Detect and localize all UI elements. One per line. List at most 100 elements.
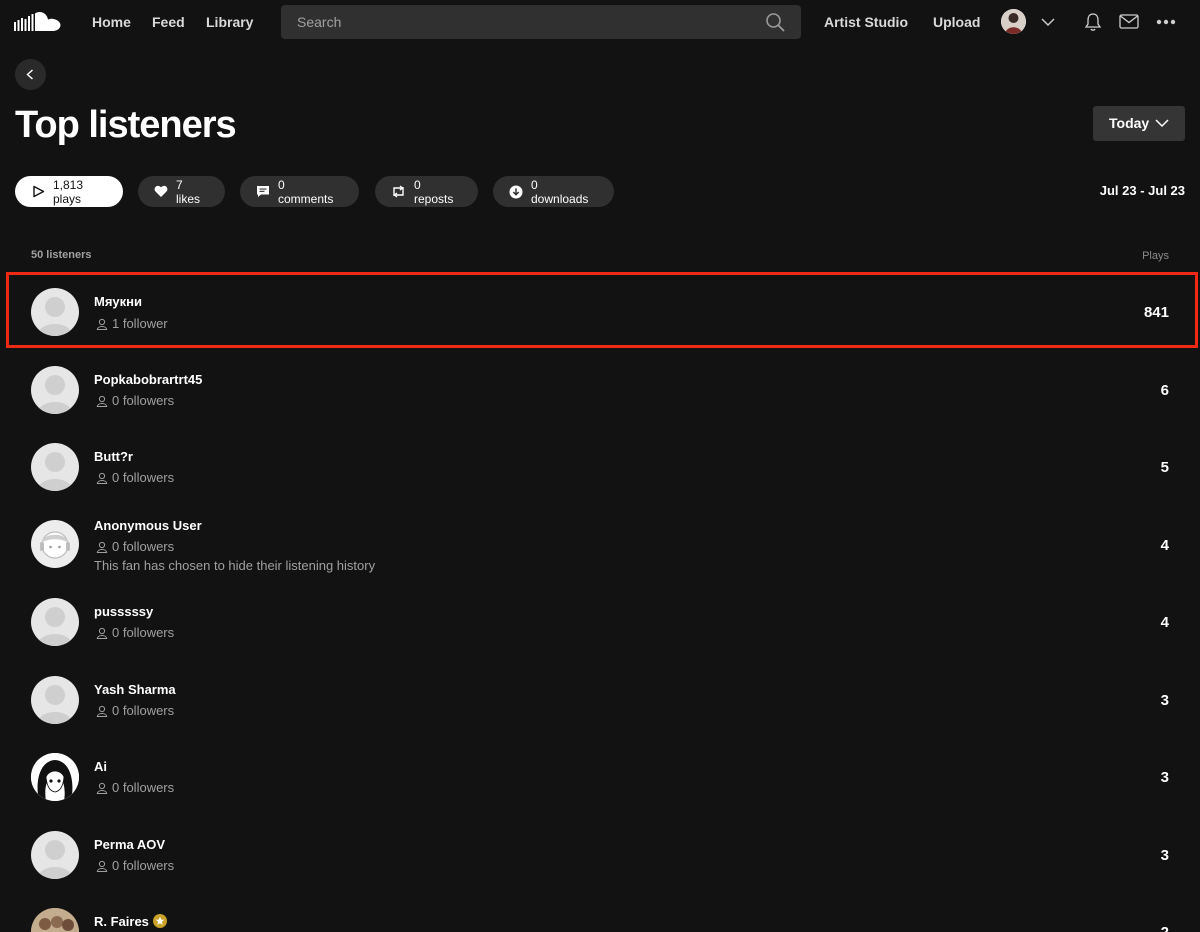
- search-icon[interactable]: [765, 12, 785, 32]
- listener-name[interactable]: Anonymous User: [94, 518, 202, 533]
- avatar[interactable]: [31, 676, 79, 724]
- nav-feed[interactable]: Feed: [152, 0, 185, 44]
- avatar[interactable]: [31, 831, 79, 879]
- listener-name[interactable]: Butt?r: [94, 449, 133, 464]
- listener-followers: 0 followers: [96, 703, 174, 718]
- filter-label: 1,813 plays: [53, 177, 84, 206]
- plays-column-header: Plays: [1142, 250, 1169, 262]
- person-icon: [96, 627, 108, 639]
- avatar[interactable]: [31, 753, 79, 801]
- listener-name-row[interactable]: R. Faires: [94, 914, 167, 929]
- chevron-down-icon[interactable]: [1041, 15, 1055, 29]
- default-avatar-icon: [37, 840, 73, 879]
- person-icon: [96, 541, 108, 553]
- top-nav: Home Feed Library Artist Studio Upload: [0, 0, 1200, 44]
- artist-studio-link[interactable]: Artist Studio: [824, 0, 908, 44]
- listener-row[interactable]: Popkabobrartrt45 0 followers 6: [0, 352, 1200, 429]
- play-count: 6: [1160, 382, 1169, 399]
- default-avatar-icon: [37, 297, 73, 336]
- more-icon[interactable]: [1156, 19, 1176, 25]
- repost-icon: [393, 185, 404, 198]
- filter-plays[interactable]: 1,813 plays: [15, 176, 123, 207]
- back-button[interactable]: [15, 59, 46, 90]
- play-count: 4: [1160, 537, 1169, 554]
- search-input[interactable]: [281, 5, 801, 39]
- play-count: 4: [1160, 614, 1169, 631]
- date-range: Jul 23 - Jul 23: [1099, 183, 1185, 198]
- filter-likes[interactable]: 7 likes: [138, 176, 225, 207]
- download-icon: [509, 185, 523, 198]
- listener-followers: 0 followers: [96, 780, 174, 795]
- search-bar: [281, 5, 801, 39]
- listener-name[interactable]: Perma AOV: [94, 837, 165, 852]
- anonymous-avatar-icon: [40, 531, 70, 559]
- filter-reposts[interactable]: 0 reposts: [375, 176, 478, 207]
- listener-name[interactable]: Мяукни: [94, 294, 142, 309]
- play-count: 2: [1161, 924, 1169, 932]
- filter-comments[interactable]: 0 comments: [240, 176, 359, 207]
- listener-name[interactable]: Ai: [94, 759, 107, 774]
- listener-name[interactable]: Yash Sharma: [94, 682, 176, 697]
- heart-icon: [154, 185, 168, 197]
- follower-count: 0 followers: [112, 703, 175, 718]
- person-icon: [96, 705, 108, 717]
- group-photo-avatar-image: [31, 908, 79, 932]
- avatar[interactable]: [31, 366, 79, 414]
- listener-followers: 0 followers: [96, 393, 174, 408]
- avatar[interactable]: [31, 288, 79, 336]
- follower-count: 1 follower: [112, 316, 168, 331]
- listener-row[interactable]: Ai 0 followers 3: [0, 739, 1200, 816]
- follower-count: 0 followers: [112, 470, 175, 485]
- avatar[interactable]: [31, 520, 79, 568]
- filter-label: 0 comments: [278, 177, 334, 206]
- mail-icon[interactable]: [1119, 14, 1139, 29]
- chevron-left-icon: [26, 69, 34, 80]
- listener-name[interactable]: R. Faires: [94, 914, 149, 929]
- follower-count: 0 followers: [112, 625, 175, 640]
- listener-row[interactable]: R. Faires 2: [0, 894, 1200, 932]
- filter-label: 0 downloads: [531, 177, 589, 206]
- user-avatar[interactable]: [1001, 9, 1026, 34]
- follower-count: 0 followers: [112, 858, 175, 873]
- time-range-select[interactable]: Today: [1093, 106, 1185, 141]
- listener-name[interactable]: Popkabobrartrt45: [94, 372, 202, 387]
- play-icon: [33, 185, 45, 198]
- time-range-value: Today: [1109, 115, 1150, 131]
- person-icon: [96, 318, 108, 330]
- listener-row[interactable]: Perma AOV 0 followers 3: [0, 817, 1200, 894]
- nav-library[interactable]: Library: [206, 0, 253, 44]
- avatar[interactable]: [31, 598, 79, 646]
- bell-icon[interactable]: [1084, 12, 1102, 32]
- nav-home[interactable]: Home: [92, 0, 131, 44]
- filter-label: 7 likes: [176, 177, 201, 206]
- filter-label: 0 reposts: [414, 177, 454, 206]
- listener-count: 50 listeners: [31, 249, 92, 261]
- chevron-down-icon: [1155, 119, 1169, 128]
- person-icon: [96, 782, 108, 794]
- listener-followers: 0 followers: [96, 539, 174, 554]
- upload-link[interactable]: Upload: [933, 0, 980, 44]
- follower-count: 0 followers: [112, 539, 175, 554]
- listener-row[interactable]: pusssssy 0 followers 4: [0, 584, 1200, 661]
- soundcloud-logo[interactable]: [14, 10, 62, 34]
- avatar[interactable]: [31, 443, 79, 491]
- avatar[interactable]: [31, 908, 79, 932]
- default-avatar-icon: [37, 375, 73, 414]
- listener-row[interactable]: Yash Sharma 0 followers 3: [0, 662, 1200, 739]
- filter-downloads[interactable]: 0 downloads: [493, 176, 614, 207]
- play-count: 5: [1160, 459, 1169, 476]
- listener-row[interactable]: Anonymous User 0 followers This fan has …: [0, 506, 1200, 592]
- verified-badge-icon: [152, 914, 167, 928]
- person-icon: [96, 472, 108, 484]
- default-avatar-icon: [37, 452, 73, 491]
- person-icon: [96, 860, 108, 872]
- follower-count: 0 followers: [112, 780, 175, 795]
- listener-row[interactable]: Butt?r 0 followers 5: [0, 429, 1200, 506]
- play-count: 841: [1143, 304, 1169, 321]
- listener-followers: 1 follower: [96, 316, 168, 331]
- user-avatar-image: [1001, 9, 1026, 34]
- listener-name[interactable]: pusssssy: [94, 604, 153, 619]
- play-count: 3: [1160, 847, 1169, 864]
- listener-row[interactable]: Мяукни 1 follower 841: [0, 274, 1200, 351]
- listener-followers: 0 followers: [96, 858, 174, 873]
